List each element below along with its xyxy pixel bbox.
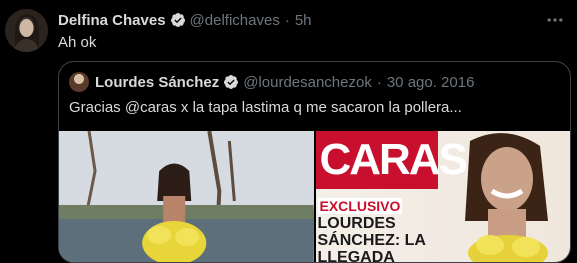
author-avatar[interactable] (5, 9, 48, 52)
verified-badge-icon (224, 75, 239, 89)
tweet-text: Ah ok (58, 34, 97, 51)
photo-woman-flowers[interactable] (59, 131, 314, 262)
meta-separator: · (284, 11, 290, 29)
quoted-author-avatar (69, 72, 89, 92)
cover-headline: LOURDES SÁNCHEZ: LA LLEGADA (317, 215, 426, 262)
quoted-date: 30 ago. 2016 (386, 73, 475, 91)
avatar-image (5, 9, 48, 52)
tweet-header: Delfina Chaves @delfichaves · 5h (58, 10, 567, 30)
meta-separator: · (376, 73, 382, 91)
tweet-time[interactable]: 5h (295, 12, 312, 29)
magazine-cover[interactable]: CARAS EXCLUSIVO LOURDES SÁNCHEZ: LA LLEG… (315, 131, 570, 262)
verified-badge-icon (170, 13, 185, 27)
cover-badge: EXCLUSIVO (317, 198, 403, 214)
quoted-author-name: Lourdes Sánchez (95, 73, 220, 91)
quoted-media[interactable]: CARAS EXCLUSIVO LOURDES SÁNCHEZ: LA LLEG… (59, 131, 570, 262)
cover-photo-illustration (465, 133, 548, 262)
more-horizontal-icon[interactable] (545, 10, 565, 30)
quoted-header: Lourdes Sánchez @lourdesanchezok · 30 ag… (69, 72, 474, 92)
quoted-author-handle: @lourdesanchezok (243, 73, 372, 91)
author-name[interactable]: Delfina Chaves (58, 12, 166, 29)
quoted-text: Gracias @caras x la tapa lastima q me sa… (69, 99, 462, 116)
photo-illustration (59, 131, 314, 262)
quoted-tweet[interactable]: Lourdes Sánchez @lourdesanchezok · 30 ag… (58, 61, 571, 263)
magazine-logo: CARAS (315, 131, 468, 189)
author-handle[interactable]: @delfichaves (190, 12, 280, 29)
